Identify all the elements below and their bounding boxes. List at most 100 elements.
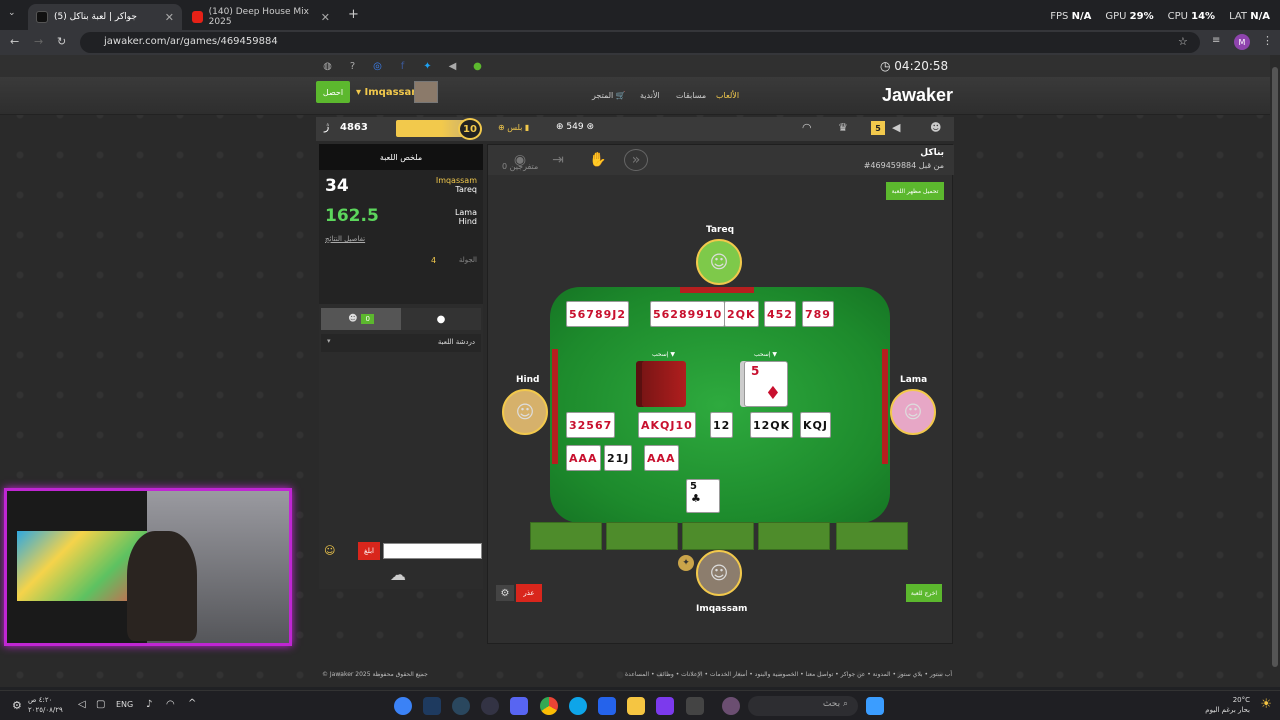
player-avatar-right[interactable]: ☺ <box>890 389 936 435</box>
meld-slot-4[interactable] <box>758 522 830 550</box>
fast-forward-icon[interactable]: » <box>624 149 648 171</box>
taskbar-clock[interactable]: ٤:٢٠ ص ٢٠٢٥/٠٨/٢٩ <box>28 695 63 715</box>
notification-badge[interactable]: 5 <box>871 121 885 135</box>
meld-top-5[interactable]: 789 <box>802 301 834 327</box>
meld-mid-5[interactable]: KQJ <box>800 412 831 438</box>
download-theme-button[interactable]: تحميل مظهر اللعبة <box>886 182 944 200</box>
windows-start-icon[interactable] <box>866 697 884 715</box>
score-details-link[interactable]: تفاصيل النتائج <box>325 235 365 243</box>
meld-top-4[interactable]: 452 <box>764 301 796 327</box>
exit-game-button[interactable]: اخرج للعبة <box>906 584 942 602</box>
player-avatar-bottom[interactable]: ☺ <box>696 550 742 596</box>
back-icon[interactable]: ← <box>10 35 19 48</box>
bookmark-star-icon[interactable]: ☆ <box>1178 35 1188 48</box>
exit-icon[interactable]: ⇥ <box>546 149 570 171</box>
user-avatar[interactable] <box>414 81 438 103</box>
hand-icon[interactable]: ✋ <box>586 149 610 171</box>
steam-icon[interactable] <box>452 697 470 715</box>
new-tab-icon[interactable]: + <box>348 7 359 22</box>
nav-tournaments[interactable]: مسابقات <box>676 91 706 100</box>
meld-mid-1[interactable]: 32567 <box>566 412 616 438</box>
report-button[interactable]: ابلغ <box>358 542 380 560</box>
get-button[interactable]: احصل <box>316 81 350 103</box>
app-icon-11[interactable] <box>686 697 704 715</box>
meld-mid-4[interactable]: 12QK <box>750 412 794 438</box>
player-avatar-left[interactable]: ☺ <box>502 389 548 435</box>
edge-icon[interactable] <box>569 697 587 715</box>
player-card[interactable]: 5 ♣ <box>686 479 720 513</box>
browser-tab-youtube[interactable]: (140) Deep House Mix 2025 ✕ <box>184 4 338 30</box>
gold-plus[interactable]: ⊕ بلس ▮ <box>498 123 529 132</box>
globe-icon[interactable]: ◍ <box>320 59 335 74</box>
jawaker-logo[interactable]: Jawaker <box>882 85 953 106</box>
tab-users[interactable]: ☻ 0 <box>321 308 401 330</box>
reading-list-icon[interactable]: ≡ <box>1212 35 1220 46</box>
instagram-icon[interactable]: ◎ <box>370 59 385 74</box>
profile-avatar[interactable]: M <box>1234 34 1250 50</box>
game-chat-section[interactable]: ▾ دردشة اللعبة <box>321 334 481 352</box>
meld-top-1[interactable]: 56789J2 <box>566 301 630 327</box>
excuse-button[interactable]: عذر <box>516 584 542 602</box>
emoji-icon[interactable]: ☺ <box>324 544 335 557</box>
menu-dots-icon[interactable]: ⋮ <box>1262 34 1273 47</box>
app-icon-12[interactable] <box>722 697 740 715</box>
scrollbar-thumb[interactable] <box>1272 67 1278 667</box>
trophy-icon[interactable]: ♛ <box>838 121 848 134</box>
chat-input[interactable] <box>383 543 482 559</box>
forward-icon[interactable]: → <box>34 35 43 48</box>
meld-slot-1[interactable] <box>530 522 602 550</box>
close-tab-icon[interactable]: ✕ <box>165 11 174 24</box>
app-icon-4[interactable] <box>481 697 499 715</box>
footer-links[interactable]: أب ستور • بلاي ستور • المدونة • عن جواكر… <box>625 671 952 678</box>
facebook-icon[interactable]: f <box>395 59 410 74</box>
meld-slot-5[interactable] <box>836 522 908 550</box>
app-icon-2[interactable] <box>423 697 441 715</box>
sound-icon[interactable]: ◀ <box>445 59 460 74</box>
app-icon-10[interactable] <box>656 697 674 715</box>
draw-pile[interactable] <box>642 361 686 407</box>
meld-low-1[interactable]: AAA <box>566 445 601 471</box>
nav-shop[interactable]: المتجر 🛒 <box>592 91 626 100</box>
meld-low-3[interactable]: AAA <box>644 445 679 471</box>
store-icon[interactable] <box>598 697 616 715</box>
close-tab-icon[interactable]: ✕ <box>321 11 330 24</box>
tab-search-icon[interactable]: ⌄ <box>8 8 16 18</box>
browser-tab-jawaker[interactable]: (5) جواكر | لعبة بناكل ✕ <box>28 4 182 30</box>
friends-icon[interactable]: ☻ <box>930 121 941 134</box>
meld-mid-2[interactable]: AKQJ10 <box>638 412 696 438</box>
url-field[interactable]: jawaker.com/ar/games/469459884 <box>80 32 1200 53</box>
discord-icon[interactable] <box>510 697 528 715</box>
nav-games[interactable]: الألعاب <box>716 91 739 100</box>
meld-slot-3[interactable] <box>682 522 754 550</box>
wifi-icon[interactable]: ◠ <box>166 699 175 710</box>
nav-clubs[interactable]: الأندية <box>640 91 660 100</box>
file-explorer-icon[interactable] <box>627 697 645 715</box>
twitter-icon[interactable]: ✦ <box>420 59 435 74</box>
settings-gear-icon[interactable]: ⚙ <box>496 585 514 601</box>
language-indicator[interactable]: ENG <box>116 700 133 709</box>
rss-icon[interactable]: ◠ <box>802 121 812 134</box>
discard-pile[interactable]: 5 ♦ <box>744 361 788 407</box>
tab-chat[interactable]: ● <box>401 308 481 330</box>
weather-widget[interactable]: 20°C بحار برغم اليوم <box>1205 695 1250 715</box>
page-scrollbar[interactable] <box>1270 55 1280 687</box>
meld-low-2[interactable]: 21J <box>604 445 633 471</box>
username-dropdown[interactable]: ▾ Imqassam <box>356 87 422 98</box>
app-icon-1[interactable] <box>394 697 412 715</box>
megaphone-icon[interactable]: ◀ <box>892 121 900 134</box>
gamepad-icon[interactable]: ● <box>470 59 485 74</box>
mic-icon[interactable]: ♪ <box>146 699 152 710</box>
meld-slot-2[interactable] <box>606 522 678 550</box>
meld-mid-3[interactable]: 12 <box>710 412 734 438</box>
help-icon[interactable]: ? <box>345 59 360 74</box>
taskbar-search[interactable]: بحث ⌕ <box>748 696 858 716</box>
tray-expand-icon[interactable]: ^ <box>188 698 196 709</box>
settings-tray-icon[interactable]: ⚙ <box>12 699 22 712</box>
notification-tray-icon[interactable]: ▢ <box>96 699 105 710</box>
chat-bubbles-icon[interactable]: ☁ <box>390 565 406 584</box>
volume-icon[interactable]: ◁ <box>78 699 86 710</box>
reload-icon[interactable]: ↻ <box>57 35 66 48</box>
chrome-icon[interactable] <box>540 697 558 715</box>
meld-top-3[interactable]: 2QK <box>724 301 759 327</box>
player-avatar-top[interactable]: ☺ <box>696 239 742 285</box>
